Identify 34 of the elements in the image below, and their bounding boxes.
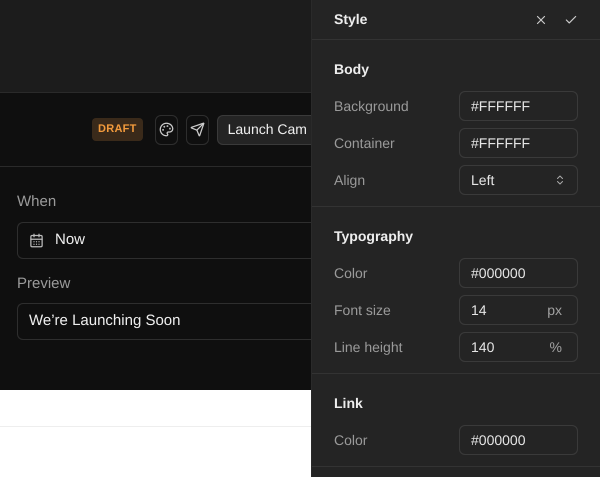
- number-field[interactable]: 14 px: [459, 295, 578, 325]
- field-value: 140: [471, 338, 494, 356]
- field-label: Container: [334, 134, 395, 152]
- draft-badge: DRAFT: [92, 118, 143, 141]
- field-label: Color: [334, 430, 368, 450]
- field-label: Color: [334, 264, 368, 282]
- form-field[interactable]: Now: [17, 222, 311, 258]
- color-field[interactable]: #000000: [459, 258, 578, 288]
- send-button[interactable]: [186, 114, 209, 144]
- panel-title: Style: [334, 10, 368, 29]
- calendar-icon: [29, 232, 44, 248]
- chevrons-icon: [554, 174, 566, 186]
- field-label: When: [17, 192, 58, 212]
- launch-button[interactable]: Launch Cam: [216, 114, 311, 144]
- color-field[interactable]: #000000: [459, 425, 578, 455]
- field-label: Background: [334, 96, 409, 116]
- palette-icon: [158, 122, 174, 137]
- unit-label: %: [550, 338, 563, 356]
- field-label: Line height: [334, 338, 403, 357]
- send-icon: [190, 122, 205, 137]
- number-field[interactable]: 140 %: [459, 332, 578, 362]
- section-title: Body: [334, 60, 370, 79]
- color-field[interactable]: #FFFFFF: [459, 128, 578, 158]
- section-title: Typography: [334, 227, 414, 246]
- form-field[interactable]: We’re Launching Soon: [17, 303, 311, 340]
- field-label: Align: [334, 170, 366, 190]
- field-label: Font size: [334, 300, 391, 320]
- palette-button[interactable]: [154, 114, 178, 144]
- field-label: Preview: [17, 274, 72, 294]
- field-value: 14: [471, 300, 487, 320]
- section-title: Link: [334, 394, 364, 413]
- unit-label: px: [547, 300, 563, 320]
- color-field[interactable]: #FFFFFF: [459, 91, 578, 121]
- align-select[interactable]: Left: [459, 165, 578, 195]
